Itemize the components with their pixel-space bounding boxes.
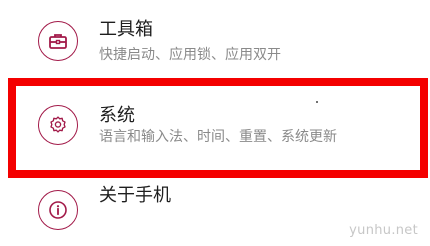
settings-item-system[interactable]: 系统 语言和输入法、时间、重置、系统更新 xyxy=(0,82,430,164)
settings-item-title: 系统 xyxy=(99,105,135,126)
info-icon xyxy=(38,190,78,230)
settings-screen: 工具箱 快捷启动、应用锁、应用双开 系统 语言和输入法、时间、重置、系统更新 关… xyxy=(0,0,430,246)
settings-item-subtitle: 语言和输入法、时间、重置、系统更新 xyxy=(99,129,337,145)
settings-card: 工具箱 快捷启动、应用锁、应用双开 系统 语言和输入法、时间、重置、系统更新 关… xyxy=(0,0,430,246)
watermark: yunhu.net xyxy=(349,223,418,238)
settings-item-toolbox[interactable]: 工具箱 快捷启动、应用锁、应用双开 xyxy=(0,0,430,78)
gear-icon xyxy=(38,105,78,145)
settings-item-title: 工具箱 xyxy=(99,19,153,40)
stray-dot xyxy=(316,101,318,103)
settings-item-title: 关于手机 xyxy=(99,185,171,206)
settings-item-subtitle: 快捷启动、应用锁、应用双开 xyxy=(99,47,281,63)
toolbox-icon xyxy=(38,21,78,61)
